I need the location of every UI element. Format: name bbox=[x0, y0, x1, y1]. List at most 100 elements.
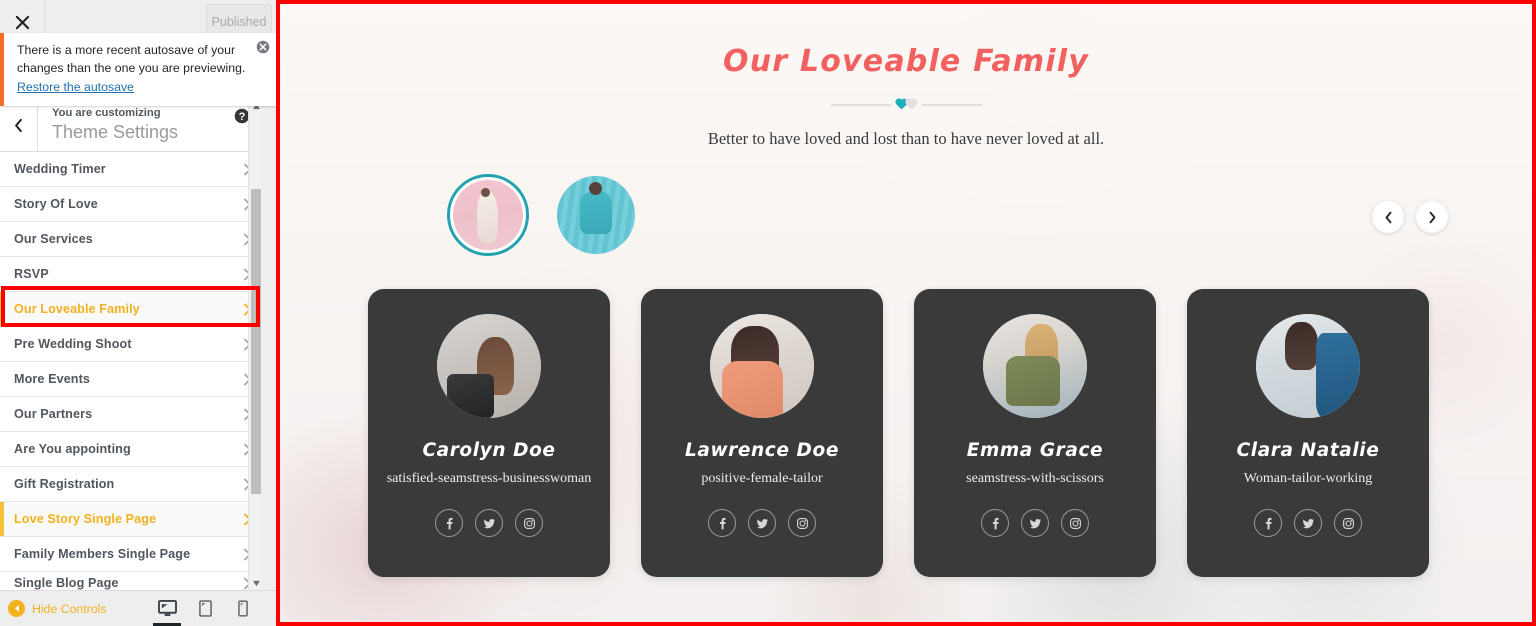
member-card[interactable]: Carolyn Doe satisfied-seamstress-business… bbox=[368, 289, 610, 577]
sidebar-item-story-of-love[interactable]: Story Of Love bbox=[0, 187, 262, 222]
divider-line-left bbox=[830, 104, 891, 106]
member-role: positive-female-tailor bbox=[701, 471, 823, 486]
member-card[interactable]: Clara Natalie Woman-tailor-working bbox=[1187, 289, 1429, 577]
sidebar-item-label: Family Members Single Page bbox=[14, 547, 191, 561]
avatar-image bbox=[437, 314, 541, 418]
hide-controls-button[interactable]: Hide Controls bbox=[8, 600, 107, 617]
member-socials bbox=[435, 509, 543, 537]
member-socials bbox=[981, 509, 1089, 537]
sidebar-item-label: Love Story Single Page bbox=[14, 512, 157, 526]
panel-eyebrow: You are customizing bbox=[52, 107, 161, 119]
sidebar-item-label: Story Of Love bbox=[14, 197, 98, 211]
panel-header: You are customizing Theme Settings ? bbox=[0, 99, 262, 152]
scrollbar-thumb[interactable] bbox=[251, 189, 261, 494]
member-name: Lawrence Doe bbox=[685, 440, 839, 461]
member-card[interactable]: Lawrence Doe positive-female-tailor bbox=[641, 289, 883, 577]
thumbnail-item[interactable] bbox=[447, 174, 529, 256]
customizer-screen: Published There is a more recent autosav… bbox=[0, 0, 1536, 626]
sidebar-item-are-you-appointing[interactable]: Are You appointing bbox=[0, 432, 262, 467]
carousel-prev-button[interactable] bbox=[1372, 201, 1404, 233]
avatar-image bbox=[1256, 314, 1360, 418]
thumbnail-image bbox=[453, 180, 523, 250]
scroll-down-icon[interactable] bbox=[249, 576, 263, 590]
thumbnail-image bbox=[557, 176, 635, 254]
instagram-icon[interactable] bbox=[1334, 509, 1362, 537]
thumbnail-item[interactable] bbox=[557, 176, 635, 254]
sidebar-item-our-services[interactable]: Our Services bbox=[0, 222, 262, 257]
member-avatar bbox=[1256, 314, 1360, 418]
svg-text:?: ? bbox=[239, 111, 246, 123]
sidebar-scrollbar[interactable] bbox=[248, 99, 262, 590]
facebook-icon[interactable] bbox=[708, 509, 736, 537]
sidebar-item-more-events[interactable]: More Events bbox=[0, 362, 262, 397]
sidebar-item-label: Wedding Timer bbox=[14, 162, 106, 176]
close-icon[interactable] bbox=[256, 40, 270, 54]
sidebar-item-label: Single Blog Page bbox=[14, 576, 119, 590]
member-avatar bbox=[710, 314, 814, 418]
device-switcher bbox=[153, 597, 266, 626]
member-cards: Carolyn Doe satisfied-seamstress-business… bbox=[368, 289, 1429, 577]
member-name: Carolyn Doe bbox=[422, 440, 556, 461]
member-avatar bbox=[437, 314, 541, 418]
hide-controls-label: Hide Controls bbox=[32, 601, 107, 616]
member-role: Woman-tailor-working bbox=[1243, 471, 1373, 486]
page-title: Theme Settings bbox=[52, 121, 179, 142]
avatar-image bbox=[710, 314, 814, 418]
sidebar-item-label: Pre Wedding Shoot bbox=[14, 337, 132, 351]
sidebar-item-love-story-single-page[interactable]: Love Story Single Page bbox=[0, 502, 262, 537]
customizer-sidebar: Published There is a more recent autosav… bbox=[0, 0, 276, 626]
restore-autosave-link[interactable]: Restore the autosave bbox=[17, 80, 134, 94]
member-name: Emma Grace bbox=[966, 440, 1104, 461]
carousel-next-button[interactable] bbox=[1416, 201, 1448, 233]
autosave-notice: There is a more recent autosave of your … bbox=[0, 33, 276, 106]
sidebar-item-label: Our Services bbox=[14, 232, 93, 246]
member-name: Clara Natalie bbox=[1236, 440, 1380, 461]
section-subtitle: Better to have loved and lost than to ha… bbox=[707, 129, 1105, 148]
sidebar-item-rsvp[interactable]: RSVP bbox=[0, 257, 262, 292]
sidebar-item-label: Gift Registration bbox=[14, 477, 115, 491]
twitter-icon[interactable] bbox=[748, 509, 776, 537]
instagram-icon[interactable] bbox=[1061, 509, 1089, 537]
member-socials bbox=[1254, 509, 1362, 537]
member-thumbnails bbox=[447, 174, 635, 256]
carousel-nav bbox=[1372, 201, 1448, 233]
customizer-footer: Hide Controls bbox=[0, 590, 276, 626]
sidebar-item-wedding-timer[interactable]: Wedding Timer bbox=[0, 152, 262, 187]
member-role: satisfied-seamstress-businesswoman bbox=[386, 471, 592, 486]
panel-titles: You are customizing Theme Settings ? bbox=[38, 99, 262, 151]
heart-icon bbox=[905, 99, 918, 111]
divider-hearts bbox=[895, 99, 918, 111]
sidebar-item-our-partners[interactable]: Our Partners bbox=[0, 397, 262, 432]
twitter-icon[interactable] bbox=[475, 509, 503, 537]
tablet-icon[interactable] bbox=[194, 597, 216, 621]
sidebar-item-gift-registration[interactable]: Gift Registration bbox=[0, 467, 262, 502]
mobile-icon[interactable] bbox=[232, 597, 254, 621]
desktop-icon[interactable] bbox=[153, 597, 181, 626]
collapse-icon bbox=[8, 600, 25, 617]
sidebar-item-label: Are You appointing bbox=[14, 442, 131, 456]
back-chevron-icon[interactable] bbox=[0, 99, 38, 151]
member-socials bbox=[708, 509, 816, 537]
instagram-icon[interactable] bbox=[515, 509, 543, 537]
theme-settings-menu: Wedding Timer Story Of Love Our Services RS… bbox=[0, 152, 262, 590]
facebook-icon[interactable] bbox=[981, 509, 1009, 537]
heart-divider bbox=[280, 99, 1532, 111]
member-avatar bbox=[983, 314, 1087, 418]
autosave-notice-text: There is a more recent autosave of your … bbox=[17, 43, 246, 75]
site-preview: Our Loveable Family Better to have loved… bbox=[276, 0, 1536, 626]
twitter-icon[interactable] bbox=[1294, 509, 1322, 537]
member-role: seamstress-with-scissors bbox=[966, 471, 1104, 486]
sidebar-item-family-members-single-page[interactable]: Family Members Single Page bbox=[0, 537, 262, 572]
sidebar-item-label: Our Loveable Family bbox=[14, 302, 140, 316]
member-card[interactable]: Emma Grace seamstress-with-scissors bbox=[914, 289, 1156, 577]
sidebar-item-our-loveable-family[interactable]: Our Loveable Family bbox=[0, 292, 262, 327]
twitter-icon[interactable] bbox=[1021, 509, 1049, 537]
facebook-icon[interactable] bbox=[435, 509, 463, 537]
avatar-image bbox=[983, 314, 1087, 418]
facebook-icon[interactable] bbox=[1254, 509, 1282, 537]
section-title: Our Loveable Family bbox=[723, 44, 1089, 79]
sidebar-item-single-blog-page[interactable]: Single Blog Page bbox=[0, 572, 262, 590]
sidebar-item-label: RSVP bbox=[14, 267, 49, 281]
instagram-icon[interactable] bbox=[788, 509, 816, 537]
sidebar-item-pre-wedding-shoot[interactable]: Pre Wedding Shoot bbox=[0, 327, 262, 362]
